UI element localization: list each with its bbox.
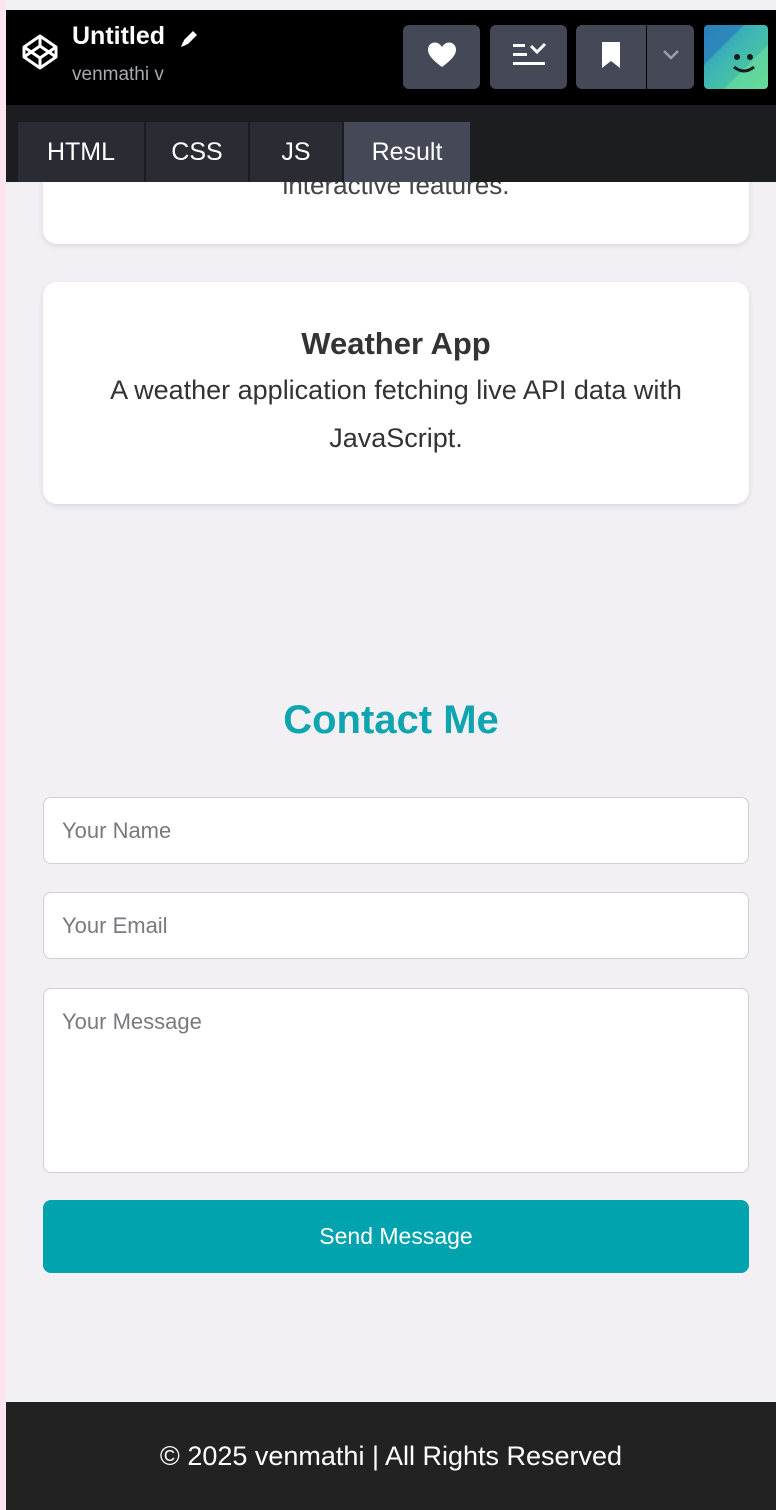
contact-heading: Contact Me (283, 698, 499, 742)
layout-button[interactable] (490, 25, 567, 89)
project-card-weather: Weather App A weather application fetchi… (43, 282, 749, 504)
editor-tabs: HTML CSS JS Result (6, 105, 776, 182)
footer-text: © 2025 venmathi | All Rights Reserved (159, 1440, 623, 1471)
heart-icon (427, 41, 457, 74)
bookmark-dropdown-button[interactable] (647, 25, 694, 89)
tab-result[interactable]: Result (344, 122, 471, 182)
codepen-header: Untitled venmathi v (6, 10, 776, 105)
bookmark-button[interactable] (576, 25, 646, 89)
project-description: A weather application fetching live API … (110, 375, 682, 453)
like-button[interactable] (403, 25, 480, 89)
tab-css[interactable]: CSS (146, 122, 249, 182)
layout-list-icon (511, 40, 547, 75)
tab-html[interactable]: HTML (18, 122, 145, 182)
chevron-down-icon (662, 48, 680, 66)
codepen-frame: interactive features. Weather App A weat… (6, 0, 776, 1510)
name-input[interactable] (43, 797, 749, 864)
bookmark-icon (600, 41, 622, 74)
pen-title[interactable]: Untitled (72, 22, 165, 51)
pencil-icon[interactable] (178, 28, 200, 50)
send-message-button[interactable]: Send Message (43, 1200, 749, 1273)
author-name[interactable]: venmathi v (72, 64, 164, 86)
avatar[interactable] (704, 25, 768, 89)
project-title: Weather App (301, 326, 491, 361)
email-input[interactable] (43, 892, 749, 959)
codepen-logo-icon[interactable] (20, 32, 60, 72)
message-textarea[interactable] (43, 988, 749, 1173)
tab-js[interactable]: JS (250, 122, 343, 182)
site-footer: © 2025 venmathi | All Rights Reserved (6, 1402, 776, 1510)
